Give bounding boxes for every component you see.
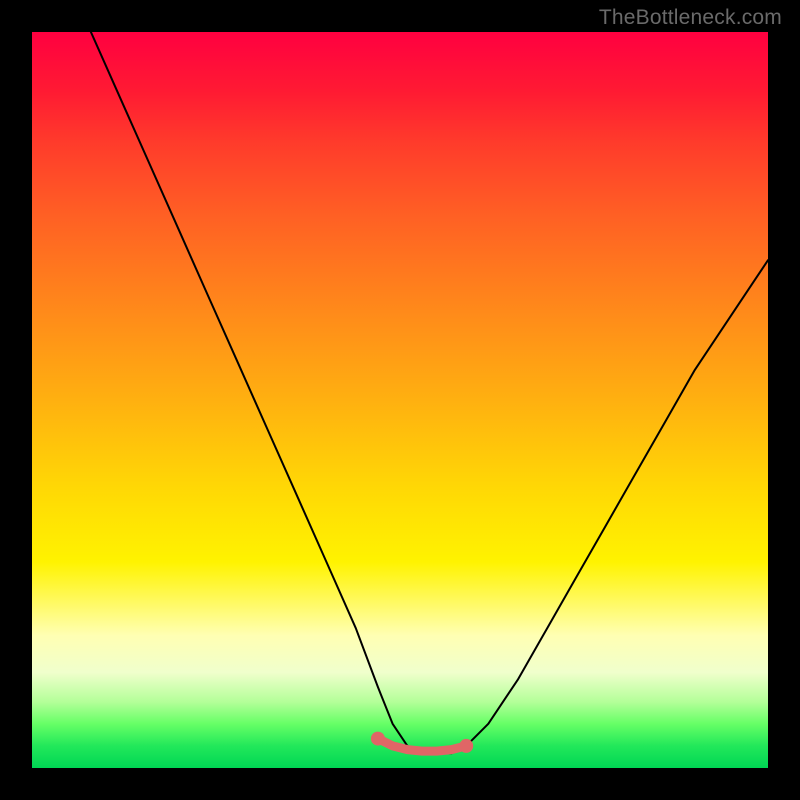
flat-bottom-path (378, 739, 466, 752)
flat-endpoint-dot (371, 732, 385, 746)
watermark-text: TheBottleneck.com (599, 6, 782, 30)
chart-frame: TheBottleneck.com (0, 0, 800, 800)
flat-endpoint-dot (459, 739, 473, 753)
plot-area (32, 32, 768, 768)
flat-bottom-highlight (371, 732, 473, 753)
curve-svg (32, 32, 768, 768)
bottleneck-curve (91, 32, 768, 753)
